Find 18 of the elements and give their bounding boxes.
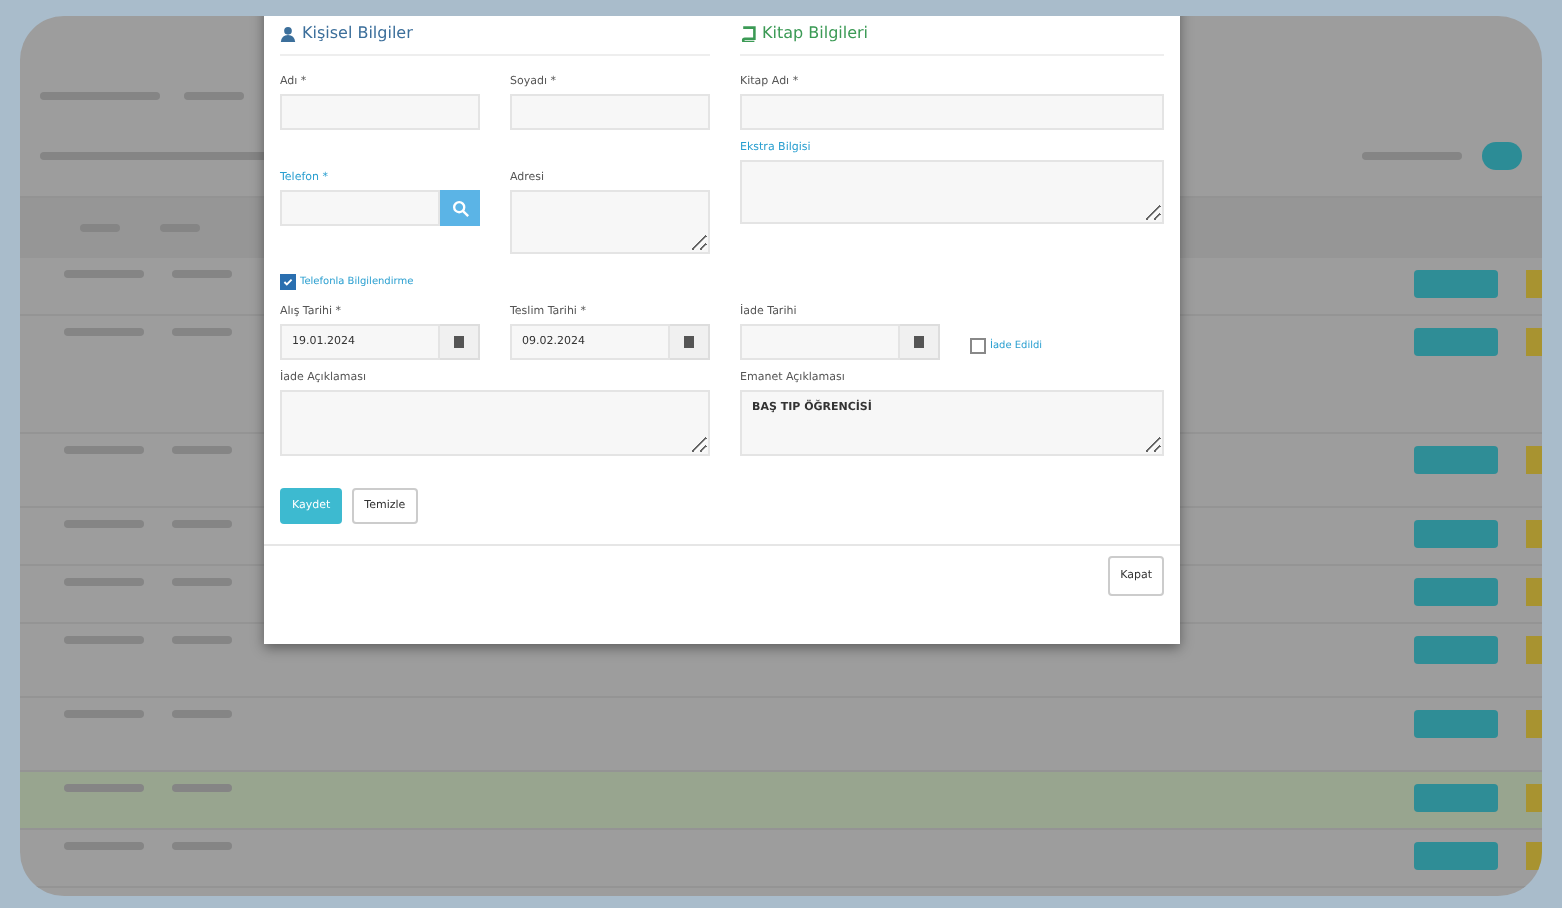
input-field[interactable] <box>280 190 440 226</box>
calendar-button[interactable] <box>440 324 480 360</box>
section-title-text: Kitap Bilgileri <box>762 24 869 42</box>
text-area[interactable] <box>510 190 710 254</box>
calendar-button[interactable] <box>900 324 940 360</box>
checkbox[interactable] <box>280 274 296 290</box>
search-icon <box>451 199 469 217</box>
date-field[interactable] <box>740 324 900 360</box>
input-field[interactable] <box>510 94 710 130</box>
search-button[interactable] <box>440 190 480 226</box>
input-field[interactable] <box>280 94 480 130</box>
section-title-text: Kişisel Bilgiler <box>302 24 413 42</box>
calendar-button[interactable] <box>670 324 710 360</box>
checkbox[interactable] <box>970 338 986 354</box>
text-area[interactable] <box>740 160 1164 224</box>
input-field[interactable] <box>740 94 1164 130</box>
user-icon <box>280 25 296 41</box>
text-area[interactable] <box>280 390 710 456</box>
